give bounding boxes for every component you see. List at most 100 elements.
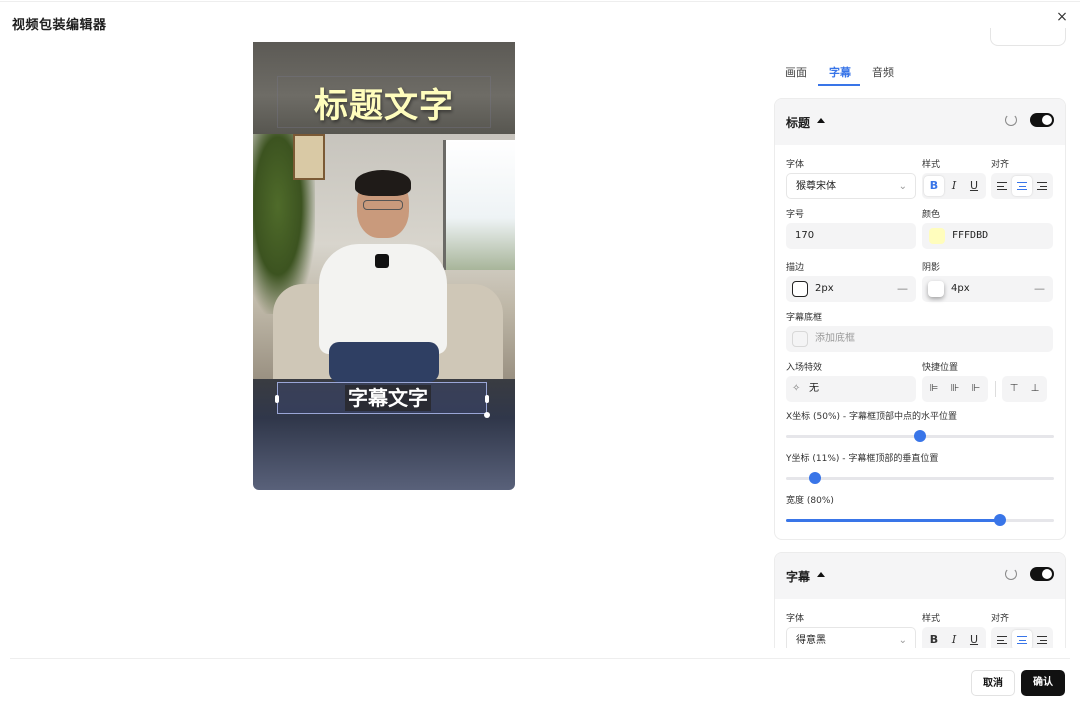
resize-handle-corner[interactable] bbox=[484, 412, 490, 418]
style-segment: B I U bbox=[922, 173, 986, 199]
subtitle-card-header[interactable]: 字幕 bbox=[775, 553, 1065, 599]
minus-icon[interactable]: — bbox=[1034, 276, 1045, 302]
color-label: 颜色 bbox=[922, 210, 941, 220]
chevron-down-icon: ⌄ bbox=[898, 181, 907, 192]
width-slider-thumb[interactable] bbox=[994, 514, 1007, 526]
shadow-label: 阴影 bbox=[922, 263, 941, 273]
video-preview[interactable]: 标题文字 字幕文字 bbox=[253, 42, 515, 490]
align-label: 对齐 bbox=[991, 160, 1010, 170]
y-label: Y坐标 (11%) - 字幕框顶部的垂直位置 bbox=[786, 454, 939, 464]
align-left-button[interactable] bbox=[992, 630, 1012, 648]
reset-icon[interactable] bbox=[1005, 568, 1017, 580]
style-segment: B I U bbox=[922, 627, 986, 648]
font-select-value: 得意黑 bbox=[796, 635, 826, 646]
dialog-title: 视频包装编辑器 bbox=[12, 18, 107, 33]
top-control-stub[interactable] bbox=[990, 28, 1066, 46]
title-enable-toggle[interactable] bbox=[1030, 113, 1054, 127]
align-center-button[interactable] bbox=[1012, 176, 1032, 196]
align-top-position-icon[interactable]: ⊤ bbox=[1004, 379, 1024, 399]
vertical-position-segment: ⊤ ⊥ bbox=[1002, 376, 1047, 402]
align-center-position-icon[interactable]: ⊪ bbox=[945, 379, 965, 399]
width-label: 宽度 (80%) bbox=[786, 496, 834, 506]
underline-button[interactable]: U bbox=[964, 176, 984, 196]
align-left-position-icon[interactable]: ⊫ bbox=[924, 379, 944, 399]
size-input[interactable]: 170 bbox=[786, 223, 916, 249]
style-label: 样式 bbox=[922, 160, 941, 170]
tab-bar: 画面 字幕 音频 bbox=[774, 60, 1066, 86]
align-center-button[interactable] bbox=[1012, 630, 1032, 648]
color-swatch bbox=[929, 228, 945, 244]
close-icon[interactable]: × bbox=[1054, 9, 1070, 25]
reset-icon[interactable] bbox=[1005, 114, 1017, 126]
footer-divider bbox=[10, 658, 1070, 659]
effect-select[interactable]: ✧ 无 bbox=[786, 376, 916, 402]
stroke-control[interactable]: 2px — bbox=[786, 276, 916, 302]
align-right-button[interactable] bbox=[1032, 630, 1052, 648]
color-value: FFFDBD bbox=[952, 230, 989, 241]
confirm-button[interactable]: 确认 bbox=[1021, 670, 1065, 696]
align-segment bbox=[991, 173, 1053, 199]
width-slider-fill bbox=[786, 519, 1001, 522]
subtitle-card-heading: 字幕 bbox=[786, 570, 811, 584]
effect-value: 无 bbox=[809, 383, 819, 394]
position-divider bbox=[995, 381, 996, 397]
underline-button[interactable]: U bbox=[964, 630, 984, 648]
window-image bbox=[443, 140, 515, 270]
preview-title-text[interactable]: 标题文字 bbox=[253, 78, 515, 127]
width-slider[interactable] bbox=[786, 514, 1054, 526]
align-center-icon bbox=[1017, 182, 1027, 190]
stroke-label: 描边 bbox=[786, 263, 805, 273]
shadow-value: 4px bbox=[951, 283, 970, 294]
size-label: 字号 bbox=[786, 210, 805, 220]
align-left-icon bbox=[997, 182, 1007, 190]
x-slider-thumb[interactable] bbox=[914, 430, 926, 442]
tab-subtitle[interactable]: 字幕 bbox=[829, 64, 851, 80]
bold-button[interactable]: B bbox=[924, 630, 944, 648]
collapse-caret-icon[interactable] bbox=[817, 118, 825, 123]
add-box-field[interactable]: 添加底框 bbox=[786, 326, 1053, 352]
font-select-value: 猴尊宋体 bbox=[796, 181, 836, 192]
x-label: X坐标 (50%) - 字幕框顶部中点的水平位置 bbox=[786, 412, 958, 422]
minus-icon[interactable]: — bbox=[897, 276, 908, 302]
quickpos-label: 快捷位置 bbox=[922, 363, 959, 373]
shadow-color-swatch[interactable] bbox=[928, 281, 944, 297]
chevron-down-icon: ⌄ bbox=[898, 635, 907, 646]
title-settings-card: 标题 字体 样式 对齐 猴尊宋体 ⌄ B I U 字号 颜色 170 FFFDB… bbox=[774, 98, 1066, 540]
shadow-control[interactable]: 4px — bbox=[922, 276, 1053, 302]
x-slider[interactable] bbox=[786, 430, 1054, 442]
align-label: 对齐 bbox=[991, 614, 1010, 624]
align-left-icon bbox=[997, 636, 1007, 644]
align-segment bbox=[991, 627, 1053, 648]
align-bottom-position-icon[interactable]: ⊥ bbox=[1025, 379, 1045, 399]
video-frame bbox=[253, 134, 515, 382]
italic-button[interactable]: I bbox=[944, 176, 964, 196]
horizontal-position-segment: ⊫ ⊪ ⊩ bbox=[922, 376, 988, 402]
cancel-button[interactable]: 取消 bbox=[971, 670, 1015, 696]
effect-label: 入场特效 bbox=[786, 363, 823, 373]
resize-handle-left[interactable] bbox=[275, 395, 279, 403]
italic-button[interactable]: I bbox=[944, 630, 964, 648]
sparkle-icon: ✧ bbox=[792, 383, 801, 394]
style-label: 样式 bbox=[922, 614, 941, 624]
y-slider-thumb[interactable] bbox=[809, 472, 822, 484]
subtitle-enable-toggle[interactable] bbox=[1030, 567, 1054, 581]
align-center-icon bbox=[1017, 636, 1027, 644]
tab-active-indicator bbox=[818, 84, 860, 86]
font-select[interactable]: 得意黑 ⌄ bbox=[786, 627, 916, 648]
font-select[interactable]: 猴尊宋体 ⌄ bbox=[786, 173, 916, 199]
tab-audio[interactable]: 音频 bbox=[872, 64, 894, 80]
box-swatch bbox=[792, 331, 808, 347]
preview-subtitle-text[interactable]: 字幕文字 bbox=[345, 385, 431, 411]
align-right-position-icon[interactable]: ⊩ bbox=[966, 379, 986, 399]
stroke-color-swatch[interactable] bbox=[792, 281, 808, 297]
align-left-button[interactable] bbox=[992, 176, 1012, 196]
title-card-heading: 标题 bbox=[786, 116, 811, 130]
y-slider[interactable] bbox=[786, 472, 1054, 484]
align-right-button[interactable] bbox=[1032, 176, 1052, 196]
title-card-header[interactable]: 标题 bbox=[775, 99, 1065, 145]
collapse-caret-icon[interactable] bbox=[817, 572, 825, 577]
tab-picture[interactable]: 画面 bbox=[785, 64, 807, 80]
bold-button[interactable]: B bbox=[924, 176, 944, 196]
resize-handle-right[interactable] bbox=[485, 395, 489, 403]
color-picker[interactable]: FFFDBD bbox=[922, 223, 1053, 249]
